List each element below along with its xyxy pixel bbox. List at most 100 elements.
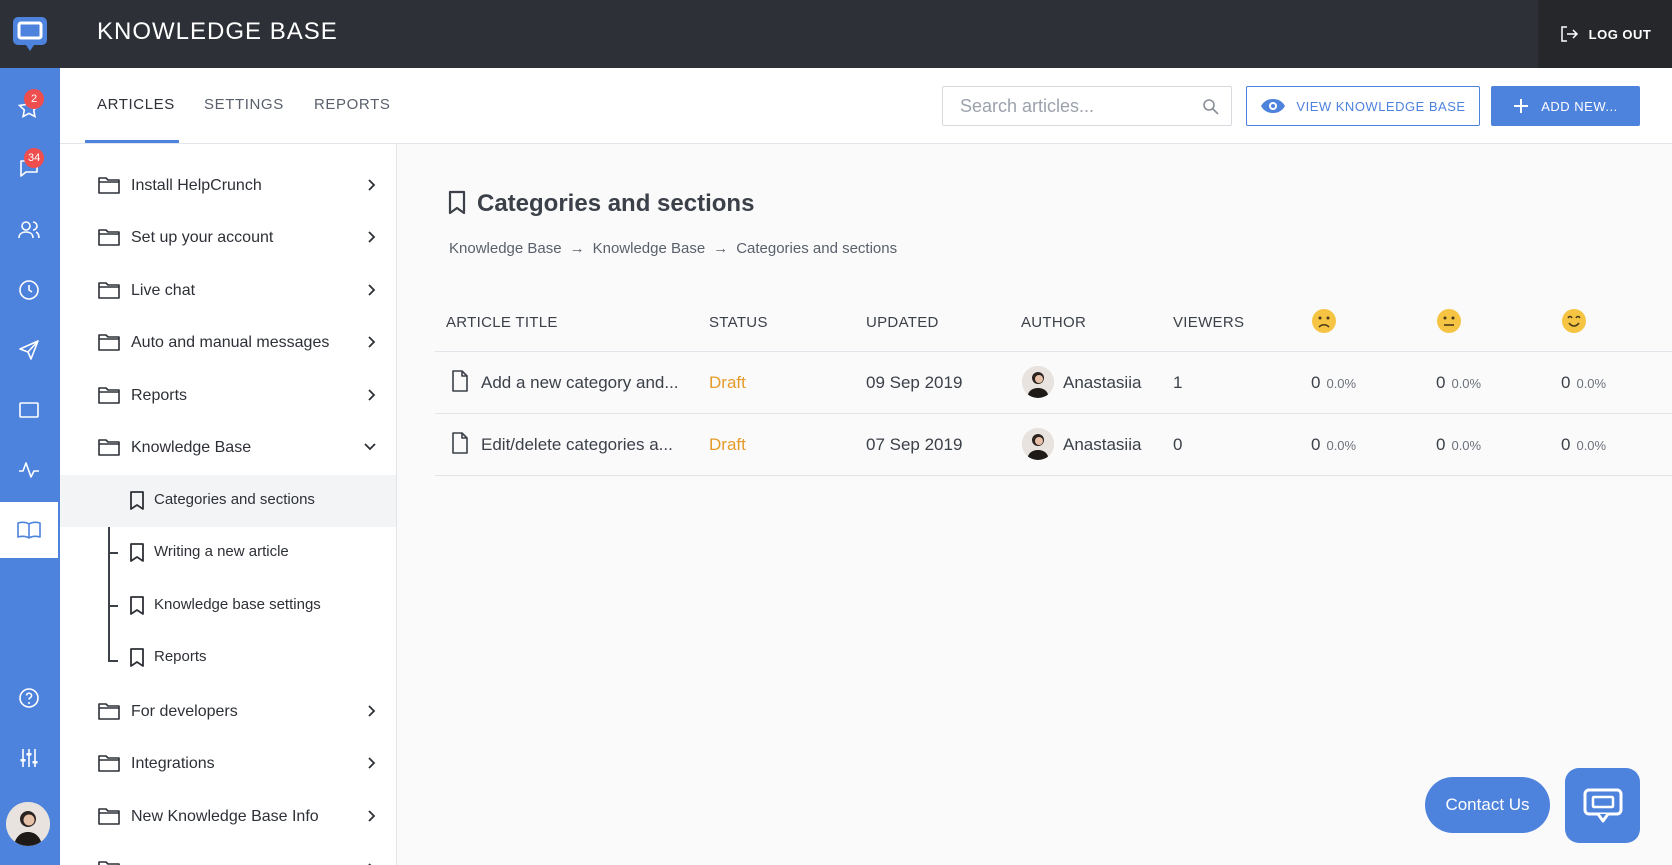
page-heading: KNOWLEDGE BASE: [97, 18, 338, 45]
tree-section-item[interactable]: Knowledge base settings: [60, 580, 396, 632]
rail-item-history[interactable]: [0, 262, 58, 318]
chevron-down-icon[interactable]: [363, 442, 377, 452]
neutral-face-icon[interactable]: [1436, 308, 1462, 334]
column-author[interactable]: AUTHOR: [1021, 314, 1086, 331]
tree-folder-label: New Knowledge Base Info: [131, 808, 319, 825]
tab-articles[interactable]: ARTICLES: [97, 96, 175, 113]
sad-face-icon[interactable]: [1311, 308, 1337, 334]
author-avatar: [1022, 366, 1054, 398]
user-avatar[interactable]: [6, 802, 50, 846]
column-updated[interactable]: UPDATED: [866, 314, 939, 331]
chats-badge: 34: [24, 148, 45, 168]
top-bar: KNOWLEDGE BASE LOG OUT: [60, 0, 1672, 68]
table-row[interactable]: Add a new category and... Draft 09 Sep 2…: [435, 352, 1672, 414]
updated-date: 09 Sep 2019: [866, 373, 963, 392]
folder-icon: [98, 229, 120, 246]
column-status[interactable]: STATUS: [709, 314, 768, 331]
search-box: [942, 86, 1232, 126]
left-rail: 2 34: [0, 0, 60, 865]
breadcrumb-link[interactable]: Knowledge Base: [449, 240, 562, 257]
sad-percent: 0.0%: [1326, 438, 1357, 453]
add-new-button[interactable]: ADD NEW...: [1491, 86, 1640, 126]
column-viewers[interactable]: VIEWERS: [1173, 314, 1244, 331]
happy-count: 0: [1561, 373, 1571, 392]
logout-label: LOG OUT: [1588, 26, 1652, 42]
bookmark-icon: [448, 190, 466, 215]
folder-icon: [98, 808, 120, 825]
breadcrumb-link[interactable]: Knowledge Base: [593, 240, 706, 257]
chevron-right-icon[interactable]: [367, 230, 377, 244]
tree-section-item[interactable]: Reports: [60, 632, 396, 684]
tab-reports[interactable]: REPORTS: [314, 96, 390, 113]
chevron-right-icon[interactable]: [367, 178, 377, 192]
tree-folder[interactable]: Set up your account: [60, 212, 396, 264]
chevron-right-icon[interactable]: [367, 809, 377, 823]
column-article-title[interactable]: ARTICLE TITLE: [446, 314, 558, 331]
folder-icon: [98, 703, 120, 720]
tree-folder[interactable]: Reports: [60, 370, 396, 422]
app-logo[interactable]: [0, 0, 60, 68]
active-tab-indicator: [85, 140, 179, 143]
help-icon: [19, 688, 39, 708]
send-icon: [19, 340, 39, 360]
main-content: Categories and sections Knowledge Base →…: [397, 144, 1672, 865]
rail-item-popups[interactable]: [0, 382, 58, 438]
author-name: Anastasiia: [1063, 373, 1142, 392]
section-title: Categories and sections: [477, 190, 755, 217]
rail-item-messages[interactable]: [0, 322, 58, 378]
eye-icon: [1261, 99, 1286, 113]
table-row[interactable]: Edit/delete categories a... Draft 07 Sep…: [435, 414, 1672, 476]
happy-count: 0: [1561, 435, 1571, 454]
tree-section-item[interactable]: Writing a new article: [60, 527, 396, 579]
tree-folder-label: Auto and manual messages: [131, 334, 330, 351]
rail-item-knowledge-base[interactable]: [0, 502, 58, 558]
document-icon: [452, 432, 468, 454]
neutral-count: 0: [1436, 373, 1446, 392]
avatar-image: [6, 802, 50, 846]
search-input[interactable]: [960, 87, 1200, 125]
unread-badge: 2: [24, 89, 44, 109]
article-title[interactable]: Edit/delete categories a...: [481, 435, 673, 455]
search-icon[interactable]: [1202, 98, 1219, 115]
bookmark-icon: [130, 596, 144, 615]
rail-item-analytics[interactable]: [0, 442, 58, 498]
tree-folder-label: Integrations: [131, 755, 215, 772]
neutral-percent: 0.0%: [1451, 376, 1482, 391]
neutral-count: 0: [1436, 435, 1446, 454]
author-avatar: [1022, 428, 1054, 460]
tab-settings[interactable]: SETTINGS: [204, 96, 284, 113]
tabs-bar: ARTICLES SETTINGS REPORTS VIEW KNOWLEDGE…: [60, 68, 1672, 144]
updated-date: 07 Sep 2019: [866, 435, 963, 454]
breadcrumb-current: Categories and sections: [736, 240, 898, 257]
chevron-right-icon[interactable]: [367, 704, 377, 718]
chevron-right-icon[interactable]: [367, 756, 377, 770]
sliders-icon: [20, 749, 38, 767]
tree-section-item[interactable]: Categories and sections: [60, 475, 396, 527]
tree-folder[interactable]: Live chat: [60, 265, 396, 317]
tree-folder-partial[interactable]: [60, 844, 396, 865]
tree-folder-expanded[interactable]: Knowledge Base: [60, 422, 396, 474]
view-knowledge-base-button[interactable]: VIEW KNOWLEDGE BASE: [1246, 86, 1480, 126]
tree-folder[interactable]: Integrations: [60, 738, 396, 790]
rail-item-chats[interactable]: 34: [0, 140, 58, 196]
rail-item-contacts[interactable]: [0, 202, 58, 258]
logout-button[interactable]: LOG OUT: [1538, 0, 1672, 68]
happy-face-icon[interactable]: [1561, 308, 1587, 334]
chevron-right-icon[interactable]: [367, 388, 377, 402]
article-title[interactable]: Add a new category and...: [481, 373, 679, 393]
contact-us-bubble[interactable]: Contact Us: [1425, 777, 1550, 833]
tree-folder[interactable]: For developers: [60, 686, 396, 738]
chat-widget-button[interactable]: [1565, 768, 1640, 843]
chevron-right-icon[interactable]: [367, 335, 377, 349]
tree-folder[interactable]: New Knowledge Base Info: [60, 791, 396, 843]
status-badge: Draft: [709, 373, 746, 392]
folder-icon: [98, 387, 120, 404]
rail-item-settings[interactable]: [0, 730, 58, 786]
contacts-icon: [18, 221, 40, 239]
rail-item-help[interactable]: [0, 670, 58, 726]
chevron-right-icon[interactable]: [367, 283, 377, 297]
rail-item-favorites[interactable]: 2: [0, 80, 58, 136]
tree-folder[interactable]: Install HelpCrunch: [60, 160, 396, 212]
articles-table: ARTICLE TITLE STATUS UPDATED AUTHOR VIEW…: [435, 294, 1672, 476]
tree-folder[interactable]: Auto and manual messages: [60, 317, 396, 369]
